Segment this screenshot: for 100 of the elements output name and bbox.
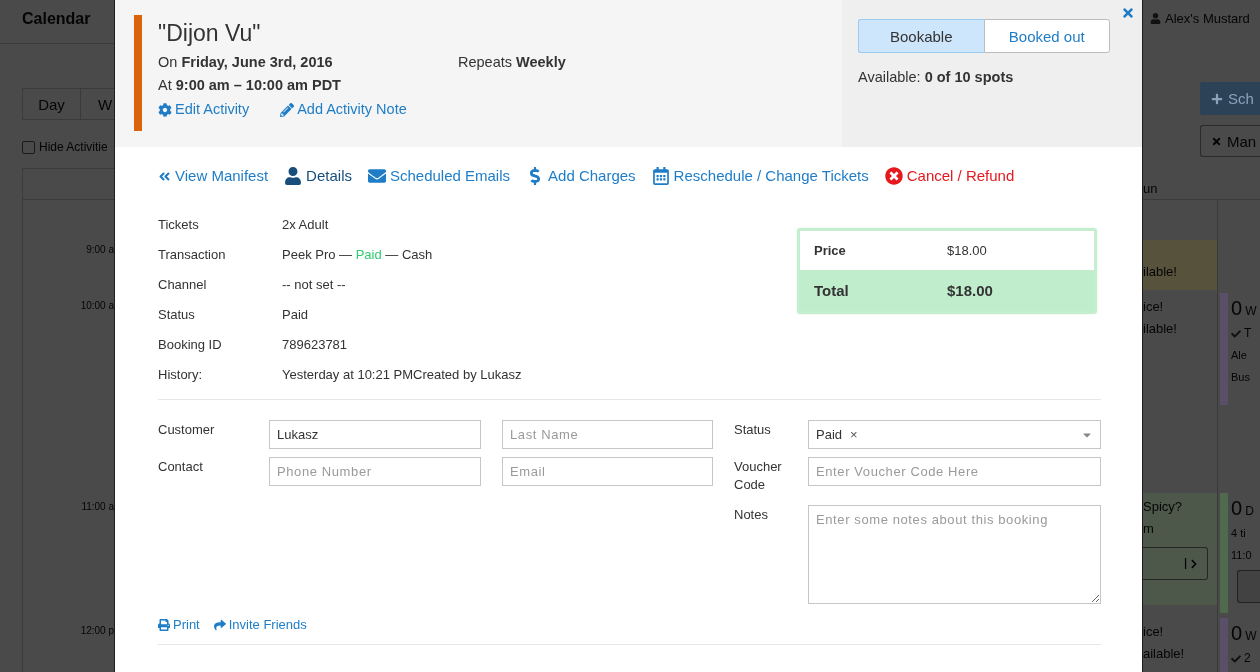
price-value: $18.00 xyxy=(947,281,993,299)
input-field[interactable]: Lukasz xyxy=(269,420,481,449)
slot-text: ilable! xyxy=(1143,264,1178,280)
time-label: 9:00 a xyxy=(86,244,114,256)
slot-button[interactable]: l xyxy=(1143,547,1208,580)
close-icon[interactable] xyxy=(1121,6,1135,20)
printer-icon xyxy=(158,618,170,631)
nav-tab[interactable]: Scheduled Emails xyxy=(367,167,511,185)
footer-link[interactable]: Print xyxy=(158,616,200,633)
envelope-icon xyxy=(367,167,386,185)
detail-label: History: xyxy=(158,366,204,382)
field-label: Contact xyxy=(158,458,204,476)
user-icon xyxy=(1150,13,1161,25)
detail-label: Booking ID xyxy=(158,336,223,352)
activity-time: At 9:00 am – 10:00 am PDT xyxy=(158,77,342,94)
calendar-slot[interactable]: ilable! xyxy=(1143,240,1217,290)
close-icon xyxy=(1211,135,1222,147)
slot-text: Spicy? xyxy=(1143,499,1184,515)
price-value: $18.00 xyxy=(947,242,987,258)
toolbar-button[interactable]: Sch xyxy=(1200,81,1260,116)
pencil-icon xyxy=(280,102,295,117)
toolbar-button[interactable]: Man xyxy=(1200,125,1260,157)
event-title: W xyxy=(1245,304,1257,319)
detail-label: Tickets xyxy=(158,216,200,232)
nav-tab[interactable]: Cancel / Refund xyxy=(884,167,1015,185)
availability-toggle[interactable]: Bookable xyxy=(858,19,984,53)
time-label: 11:00 a xyxy=(81,501,114,513)
activity-title: "Dijon Vu" xyxy=(158,19,262,47)
voucher-field[interactable]: Enter Voucher Code Here xyxy=(808,457,1101,486)
chevron-right-icon xyxy=(1189,558,1199,569)
event-text: T xyxy=(1244,326,1252,341)
calendar-slot[interactable]: ice! ailable! xyxy=(1143,620,1217,672)
detail-value: Peek Pro — Paid — Cash xyxy=(282,246,433,262)
availability-toggle[interactable]: Booked out xyxy=(983,19,1110,53)
nav-tab[interactable]: View Manifest xyxy=(158,167,269,185)
detail-value: Yesterday at 10:21 PMCreated by Lukasz xyxy=(282,366,522,382)
detail-value: 2x Adult xyxy=(282,216,329,232)
plus-icon xyxy=(1211,92,1223,105)
detail-value: 789623781 xyxy=(282,336,348,352)
event-text: 2 xyxy=(1244,651,1251,666)
nav-tab[interactable]: Add Charges xyxy=(526,167,636,185)
nav-tab[interactable]: Reschedule / Change Tickets xyxy=(651,167,869,185)
time-label: 12:00 p xyxy=(80,625,114,637)
notes-field[interactable]: Enter some notes about this booking xyxy=(808,505,1101,604)
view-tab[interactable]: Day xyxy=(23,89,81,119)
slot-text: ailable! xyxy=(1143,646,1186,662)
field-label: Status xyxy=(734,421,772,439)
detail-value: -- not set -- xyxy=(282,276,346,292)
calendar-slot[interactable]: Spicy? m l xyxy=(1143,493,1217,605)
event-text: 11:0 xyxy=(1231,548,1253,563)
event-text: Bus xyxy=(1231,370,1251,385)
checkbox[interactable] xyxy=(22,141,35,154)
event-button[interactable] xyxy=(1237,570,1260,603)
gear-icon xyxy=(158,102,172,117)
user-name[interactable]: Alex's Mustard xyxy=(1165,11,1250,27)
activity-repeats: Repeats Weekly xyxy=(458,54,566,71)
event-count: 0 xyxy=(1231,297,1243,319)
footer-link[interactable]: Invite Friends xyxy=(213,616,307,633)
input-field[interactable]: Email xyxy=(502,457,713,486)
calendar-icon xyxy=(651,167,670,185)
calendar-slot[interactable]: ice! ilable! xyxy=(1143,295,1217,345)
time-label: 10:00 a xyxy=(80,300,114,312)
event-text: 4 ti xyxy=(1231,526,1247,541)
activity-link[interactable]: Add Activity Note xyxy=(280,101,407,118)
event-card[interactable]: 0 W 2 xyxy=(1220,618,1260,672)
event-text: Ale xyxy=(1231,348,1248,363)
input-field[interactable]: Phone Number xyxy=(269,457,481,486)
event-title: W xyxy=(1245,629,1257,644)
status-select[interactable]: Paid × xyxy=(808,420,1101,449)
input-field[interactable]: Last Name xyxy=(502,420,713,449)
event-count: 0 xyxy=(1231,622,1243,644)
event-card[interactable]: 0 D 4 ti 11:0 xyxy=(1220,493,1260,613)
view-tab[interactable]: W xyxy=(81,89,114,119)
slot-text: m xyxy=(1143,521,1155,537)
slot-text: ilable! xyxy=(1143,321,1178,337)
event-card[interactable]: 0 W T Ale Bus xyxy=(1220,293,1260,405)
day-heading: un xyxy=(1143,181,1159,197)
clear-button[interactable]: × xyxy=(850,427,858,442)
availability-text: Available: 0 of 10 spots xyxy=(858,69,1015,86)
event-count: 0 xyxy=(1231,497,1243,519)
slot-text: ice! xyxy=(1143,624,1165,640)
double-chevron-left-icon xyxy=(158,169,171,183)
nav-tab[interactable]: Details xyxy=(284,167,352,185)
check-icon xyxy=(1231,653,1241,664)
person-icon xyxy=(284,167,303,185)
slot-text: ice! xyxy=(1143,299,1165,315)
price-label: Price xyxy=(814,242,847,258)
detail-label: Channel xyxy=(158,276,208,292)
activity-link[interactable]: Edit Activity xyxy=(158,101,250,118)
checkbox-label: Hide Activitie xyxy=(39,140,108,155)
field-label: Voucher Code xyxy=(734,458,783,494)
event-title: D xyxy=(1245,504,1254,519)
share-arrow-icon xyxy=(213,618,226,631)
detail-label: Status xyxy=(158,306,196,322)
activity-date: On Friday, June 3rd, 2016 xyxy=(158,54,334,71)
check-icon xyxy=(1231,328,1241,339)
detail-label: Transaction xyxy=(158,246,227,262)
price-label: Total xyxy=(814,281,850,299)
detail-value: Paid xyxy=(282,306,309,322)
field-label: Notes xyxy=(734,506,769,524)
